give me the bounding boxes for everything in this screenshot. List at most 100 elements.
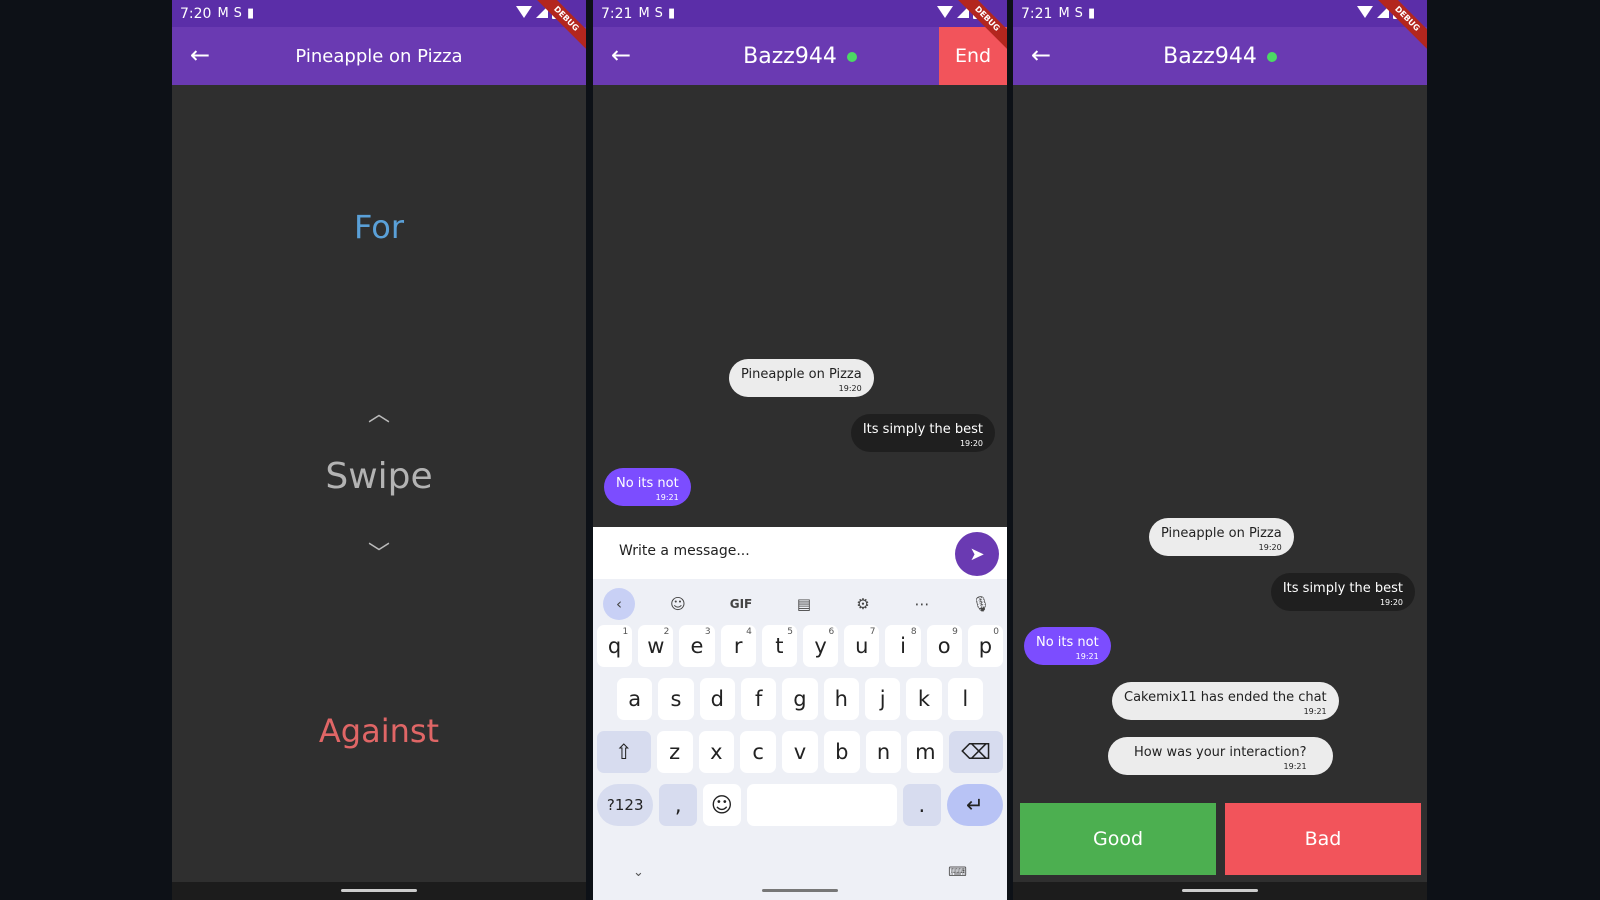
keyboard-switch-icon[interactable]: ⌨ [948, 865, 967, 880]
period-key[interactable]: . [903, 784, 941, 826]
chat-partner-name: Bazz944 [743, 44, 857, 69]
nav-bar [172, 882, 586, 900]
back-arrow-icon[interactable]: ← [611, 41, 631, 69]
key-a[interactable]: a [617, 678, 653, 720]
wifi-icon [937, 6, 953, 18]
key-i[interactable]: i8 [885, 625, 921, 667]
more-icon[interactable]: ⋯ [906, 588, 938, 620]
app-bar: ← Pineapple on Pizza [172, 27, 586, 85]
back-arrow-icon[interactable]: ← [190, 41, 210, 69]
message-input-bar: Write a message... ➤ [593, 527, 1007, 579]
for-label: For [354, 208, 404, 246]
mic-icon[interactable]: 🎙 [965, 588, 997, 620]
system-message-bubble: Cakemix11 has ended the chat 19:21 [1112, 682, 1339, 720]
key-f[interactable]: f [740, 678, 777, 720]
key-h[interactable]: h [823, 678, 859, 720]
send-icon[interactable]: ➤ [955, 532, 999, 576]
key-c[interactable]: c [740, 731, 777, 773]
status-bar: 7:21 M S ▮ [593, 0, 1007, 27]
emoji-icon[interactable]: ☺ [703, 784, 741, 826]
key-x[interactable]: x [698, 731, 735, 773]
sim-icon: S [1074, 6, 1083, 21]
comma-key[interactable]: , [659, 784, 697, 826]
keyboard-nav: ⌄ ⌨ [633, 865, 967, 880]
hide-keyboard-icon[interactable]: ⌄ [633, 865, 644, 880]
key-d[interactable]: d [699, 678, 735, 720]
status-time: 7:21 [601, 5, 633, 22]
wifi-icon [1357, 6, 1373, 18]
against-label: Against [318, 712, 440, 750]
gmail-icon: M [1058, 6, 1070, 21]
system-message-bubble: How was your interaction? 19:21 [1108, 737, 1333, 775]
key-o[interactable]: o9 [926, 625, 962, 667]
gmail-icon: M [217, 6, 229, 21]
phone-screen-swipe: 7:20 M S ▮ DEBUG ← Pineapple on Pizza For … [172, 0, 586, 900]
key-p[interactable]: p0 [967, 625, 1004, 667]
keyboard-row-4: ?123 , ☺ . ↵ [597, 784, 1003, 826]
key-b[interactable]: b [823, 731, 860, 773]
gear-icon[interactable]: ⚙ [847, 588, 879, 620]
bad-button[interactable]: Bad [1225, 803, 1421, 875]
gmail-icon: M [638, 6, 650, 21]
key-n[interactable]: n [865, 731, 902, 773]
key-z[interactable]: z [656, 731, 693, 773]
key-y[interactable]: y6 [803, 625, 839, 667]
backspace-icon[interactable]: ⌫ [949, 731, 1003, 773]
key-k[interactable]: k [906, 678, 942, 720]
enter-icon[interactable]: ↵ [946, 784, 1003, 826]
status-bar: 7:21 M S ▮ [1013, 0, 1427, 27]
good-button[interactable]: Good [1020, 803, 1216, 875]
keyboard-row-1: q1 w2 e3 r4 t5 y6 u7 i8 o9 p0 [597, 625, 1004, 667]
online-status-icon [846, 51, 857, 62]
status-bar: 7:20 M S ▮ [172, 0, 586, 27]
status-time: 7:20 [180, 5, 212, 22]
key-s[interactable]: s [658, 678, 694, 720]
key-g[interactable]: g [782, 678, 818, 720]
sticker-icon[interactable]: ☺ [662, 588, 694, 620]
message-bubble: Pineapple on Pizza 19:20 [729, 359, 874, 397]
phone-screen-rating: 7:21 M S ▮ DEBUG ← Bazz944 Pineapple on Pi… [1013, 0, 1427, 900]
phone-screen-chat: 7:21 M S ▮ DEBUG ← Bazz944 End Pineapple o… [593, 0, 1007, 900]
space-key[interactable] [746, 784, 897, 826]
swipe-label[interactable]: Swipe [172, 456, 586, 497]
chevron-up-icon: ︿ [367, 402, 390, 427]
message-bubble: Its simply the best 19:20 [1270, 573, 1415, 611]
shift-icon[interactable]: ⇧ [597, 731, 651, 773]
keyboard-row-3: ⇧ z x c v b n m ⌫ [597, 731, 1003, 773]
page-title: Pineapple on Pizza [295, 45, 463, 67]
key-t[interactable]: t5 [761, 625, 798, 667]
app-bar: ← Bazz944 End [593, 27, 1007, 85]
message-bubble: Pineapple on Pizza 19:20 [1149, 518, 1294, 556]
chevron-left-icon[interactable]: ‹ [603, 588, 635, 620]
home-handle[interactable] [341, 889, 417, 892]
home-handle[interactable] [762, 889, 838, 892]
gif-button[interactable]: GIF [721, 588, 761, 620]
key-w[interactable]: w2 [638, 625, 674, 667]
keyboard: ‹ ☺ GIF ▤ ⚙ ⋯ 🎙 q1 w2 e3 r4 t5 y6 u7 i8 … [593, 579, 1007, 900]
sd-card-icon: ▮ [246, 6, 255, 21]
key-q[interactable]: q1 [597, 625, 633, 667]
sim-icon: S [233, 6, 242, 21]
message-input[interactable]: Write a message... [619, 543, 750, 559]
key-r[interactable]: r4 [720, 625, 756, 667]
sd-card-icon: ▮ [667, 6, 676, 21]
wifi-icon [516, 6, 532, 18]
back-arrow-icon[interactable]: ← [1031, 41, 1051, 69]
key-j[interactable]: j [864, 678, 901, 720]
message-bubble: Its simply the best 19:20 [850, 414, 995, 452]
chat-partner-name: Bazz944 [1163, 44, 1277, 69]
key-v[interactable]: v [782, 731, 818, 773]
keyboard-row-2: a s d f g h j k l [617, 678, 983, 720]
status-time: 7:21 [1021, 5, 1053, 22]
symbols-key[interactable]: ?123 [597, 784, 654, 826]
key-l[interactable]: l [947, 678, 983, 720]
message-bubble-own: No its not 19:21 [1024, 627, 1111, 665]
key-m[interactable]: m [907, 731, 944, 773]
clipboard-icon[interactable]: ▤ [788, 588, 820, 620]
key-u[interactable]: u7 [844, 625, 880, 667]
key-e[interactable]: e3 [679, 625, 715, 667]
nav-bar [593, 882, 1007, 900]
message-bubble-own: No its not 19:21 [604, 468, 691, 506]
home-handle[interactable] [1182, 889, 1258, 892]
keyboard-toolbar: ‹ ☺ GIF ▤ ⚙ ⋯ 🎙 [603, 587, 997, 621]
